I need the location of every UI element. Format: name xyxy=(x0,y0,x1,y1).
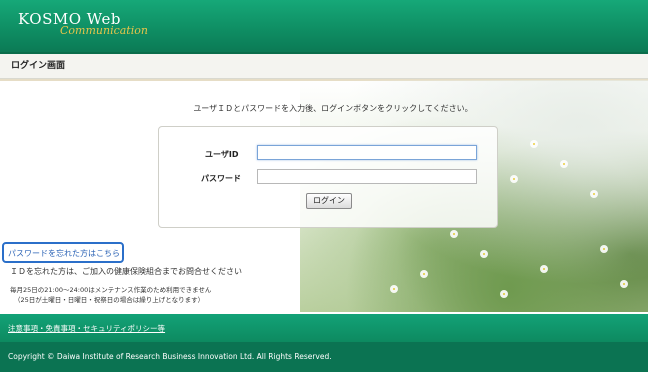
userid-label: ユーザID xyxy=(205,150,239,159)
footer-links-bar: 注意事項・免責事項・セキュリティポリシー等 xyxy=(0,314,648,342)
flower-decoration xyxy=(590,190,598,198)
terms-security-policy-link[interactable]: 注意事項・免責事項・セキュリティポリシー等 xyxy=(8,323,165,334)
flower-decoration xyxy=(420,270,428,278)
maintenance-note: 毎月25日の21:00～24:00はメンテナンス作業のため利用できません xyxy=(10,286,212,294)
forgot-password-link-box[interactable]: パスワードを忘れた方はこちら xyxy=(2,242,124,263)
forgot-password-link[interactable]: パスワードを忘れた方はこちら xyxy=(8,248,120,259)
login-form: ユーザID パスワード ログイン xyxy=(158,126,498,228)
maintenance-note-detail: （25日が土曜日・日曜日・祝祭日の場合は繰り上げとなります） xyxy=(14,296,205,304)
flower-decoration xyxy=(620,280,628,288)
page-title-bar: ログイン画面 xyxy=(0,54,648,81)
login-page: KOSMO Web Communication ログイン画面 ユーザＩＤとパスワ… xyxy=(0,0,648,372)
flower-decoration xyxy=(530,140,538,148)
userid-input[interactable] xyxy=(257,145,477,160)
page-title: ログイン画面 xyxy=(11,61,66,71)
kosmo-web-logo: KOSMO Web Communication xyxy=(18,10,158,44)
flower-decoration xyxy=(560,160,568,168)
flower-decoration xyxy=(540,265,548,273)
logo-subtitle: Communication xyxy=(60,24,148,37)
password-input[interactable] xyxy=(257,169,477,184)
copyright-text: Copyright © Daiwa Institute of Research … xyxy=(8,352,332,361)
flower-decoration xyxy=(510,175,518,183)
flower-decoration xyxy=(480,250,488,258)
header-bar: KOSMO Web Communication xyxy=(0,0,648,54)
flower-decoration xyxy=(500,290,508,298)
password-label: パスワード xyxy=(201,174,241,183)
flower-decoration xyxy=(390,285,398,293)
flower-decoration xyxy=(600,245,608,253)
forgot-id-note: ＩＤを忘れた方は、ご加入の健康保険組合までお問合せください xyxy=(10,267,242,276)
flower-decoration xyxy=(450,230,458,238)
login-button[interactable]: ログイン xyxy=(306,193,352,209)
login-instruction: ユーザＩＤとパスワードを入力後、ログインボタンをクリックしてください。 xyxy=(193,104,473,113)
copyright-bar: Copyright © Daiwa Institute of Research … xyxy=(0,342,648,372)
